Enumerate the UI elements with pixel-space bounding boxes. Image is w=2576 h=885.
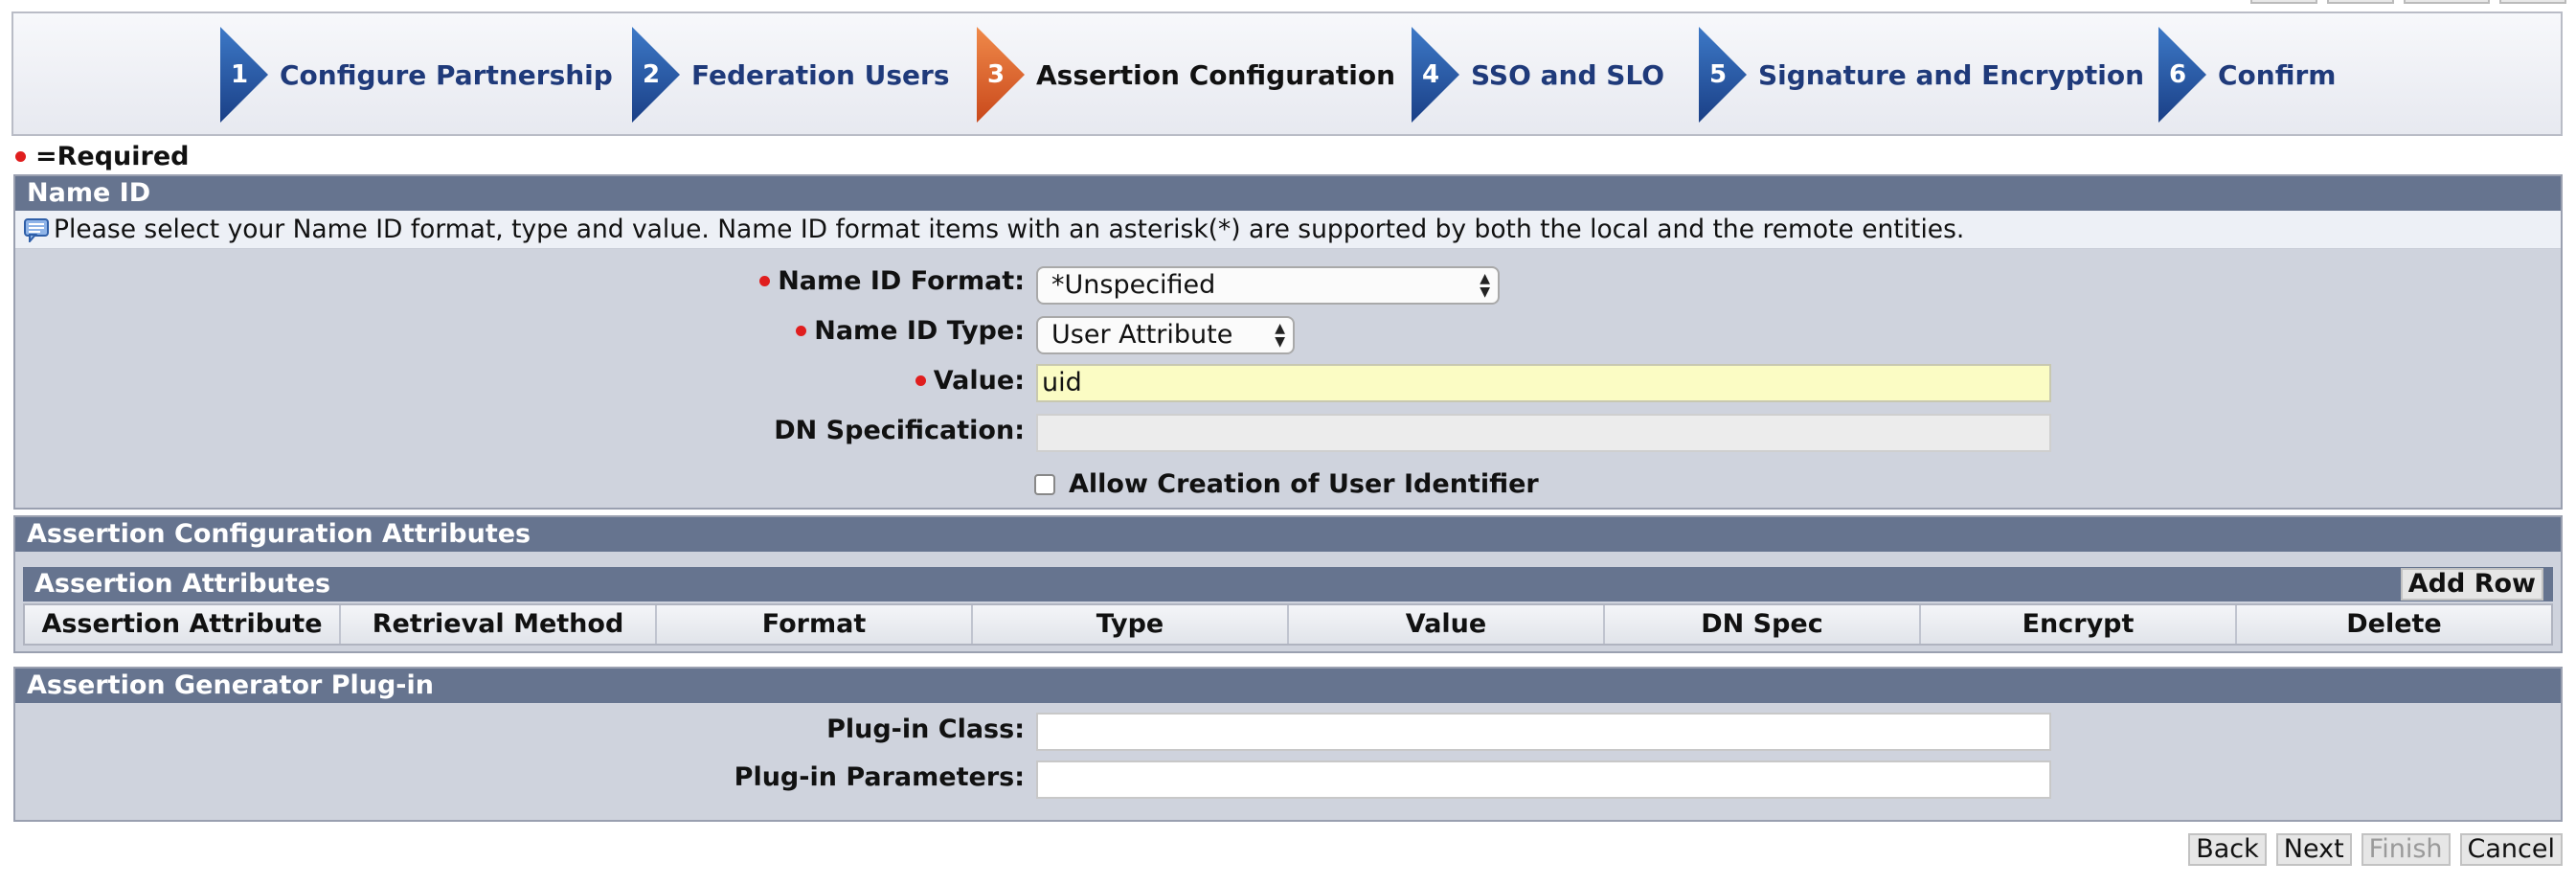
required-dot-icon [796, 326, 807, 336]
select-caret-icon: ▲ ▼ [1480, 271, 1490, 300]
assertion-attributes-header: Assertion Attributes Add Row [23, 567, 2553, 601]
column-header[interactable]: Delete [2237, 605, 2551, 644]
dn-specification-input[interactable] [1036, 414, 2051, 452]
assertion-attributes-title: Assertion Attributes [34, 569, 331, 599]
name-id-format-label: Name ID Format: [778, 266, 1025, 296]
column-header[interactable]: Value [1289, 605, 1605, 644]
required-legend: =Required [15, 142, 189, 171]
name-id-type-select[interactable]: User Attribute ▲ ▼ [1036, 316, 1295, 354]
required-dot-icon [759, 276, 771, 286]
name-id-format-row: Name ID Format: *Unspecified ▲ ▼ [15, 262, 2561, 305]
required-dot-icon [915, 375, 926, 386]
name-id-type-row: Name ID Type: User Attribute ▲ ▼ [15, 312, 2561, 354]
name-id-format-value: *Unspecified [1051, 270, 1216, 300]
wizard-step-4[interactable]: 4 SSO and SLO [1412, 27, 1664, 123]
step-number: 6 [2168, 60, 2187, 89]
name-id-format-select[interactable]: *Unspecified ▲ ▼ [1036, 266, 1500, 305]
name-id-value-row: Value: uid [15, 362, 2561, 404]
dn-specification-row: DN Specification: [15, 412, 2561, 454]
back-button[interactable]: Back [2188, 833, 2267, 866]
plugin-parameters-row: Plug-in Parameters: [15, 759, 2561, 801]
column-header[interactable]: Retrieval Method [341, 605, 657, 644]
next-button[interactable]: Next [2275, 833, 2352, 866]
name-id-type-value: User Attribute [1051, 320, 1233, 350]
column-header[interactable]: Encrypt [1921, 605, 2237, 644]
step-label: Federation Users [691, 58, 950, 91]
plugin-parameters-label: Plug-in Parameters: [734, 762, 1025, 792]
add-row-button[interactable]: Add Row [2400, 568, 2543, 601]
name-id-panel: Name ID Please select your Name ID forma… [13, 174, 2563, 510]
plugin-class-label: Plug-in Class: [826, 715, 1025, 744]
name-id-type-label: Name ID Type: [814, 316, 1025, 346]
assertion-attributes-table: Assertion Attributes Add Row Assertion A… [23, 567, 2553, 646]
step-number: 3 [986, 60, 1006, 89]
required-legend-text: =Required [35, 142, 190, 171]
wizard-step-1[interactable]: 1 Configure Partnership [220, 27, 613, 123]
assertion-attributes-columns: Assertion Attribute Retrieval Method For… [23, 603, 2553, 646]
finish-button[interactable]: Finish [2361, 833, 2451, 866]
step-number: 2 [642, 60, 661, 89]
wizard-step-3[interactable]: 3 Assertion Configuration [977, 27, 1395, 123]
top-toolbar-remnant [2203, 0, 2566, 4]
allow-user-identifier-checkbox[interactable] [1034, 473, 1055, 495]
wizard-step-6[interactable]: 6 Confirm [2158, 27, 2336, 123]
column-header[interactable]: DN Spec [1605, 605, 1921, 644]
info-comment-icon [24, 217, 49, 242]
column-header[interactable]: Format [657, 605, 973, 644]
required-dot-icon [15, 151, 26, 162]
name-id-value-input[interactable]: uid [1036, 364, 2051, 402]
step-number: 1 [230, 60, 249, 89]
step-number: 5 [1708, 60, 1728, 89]
plugin-class-row: Plug-in Class: [15, 711, 2561, 753]
step-label: Assertion Configuration [1036, 58, 1396, 91]
name-id-info: Please select your Name ID format, type … [15, 211, 2561, 249]
wizard-step-5[interactable]: 5 Signature and Encryption [1699, 27, 2144, 123]
cancel-button[interactable]: Cancel [2459, 833, 2563, 866]
step-label: Signature and Encryption [1758, 58, 2145, 91]
name-id-value-text: uid [1042, 368, 1082, 397]
allow-user-identifier-label: Allow Creation of User Identifier [1069, 469, 1539, 499]
wizard-navigation: Back Next Finish Cancel [2188, 833, 2563, 866]
select-caret-icon: ▲ ▼ [1275, 321, 1285, 350]
plugin-panel: Assertion Generator Plug-in Plug-in Clas… [13, 667, 2563, 822]
assertion-config-header: Assertion Configuration Attributes [15, 517, 2561, 552]
wizard-step-2[interactable]: 2 Federation Users [632, 27, 950, 123]
plugin-parameters-input[interactable] [1036, 760, 2051, 799]
name-id-header: Name ID [15, 176, 2561, 211]
step-label: Configure Partnership [280, 58, 613, 91]
step-label: SSO and SLO [1471, 58, 1665, 91]
allow-user-identifier-row: Allow Creation of User Identifier [15, 460, 2561, 502]
dn-specification-label: DN Specification: [774, 416, 1025, 445]
wizard-steps: 1 Configure Partnership 2 Federation Use… [11, 11, 2563, 136]
assertion-config-panel: Assertion Configuration Attributes Asser… [13, 515, 2563, 653]
name-id-value-label: Value: [933, 366, 1025, 396]
name-id-info-text: Please select your Name ID format, type … [54, 215, 1965, 244]
column-header[interactable]: Type [973, 605, 1289, 644]
column-header[interactable]: Assertion Attribute [25, 605, 341, 644]
plugin-header: Assertion Generator Plug-in [15, 669, 2561, 703]
plugin-class-input[interactable] [1036, 713, 2051, 751]
step-label: Confirm [2218, 58, 2337, 91]
step-number: 4 [1421, 60, 1440, 89]
